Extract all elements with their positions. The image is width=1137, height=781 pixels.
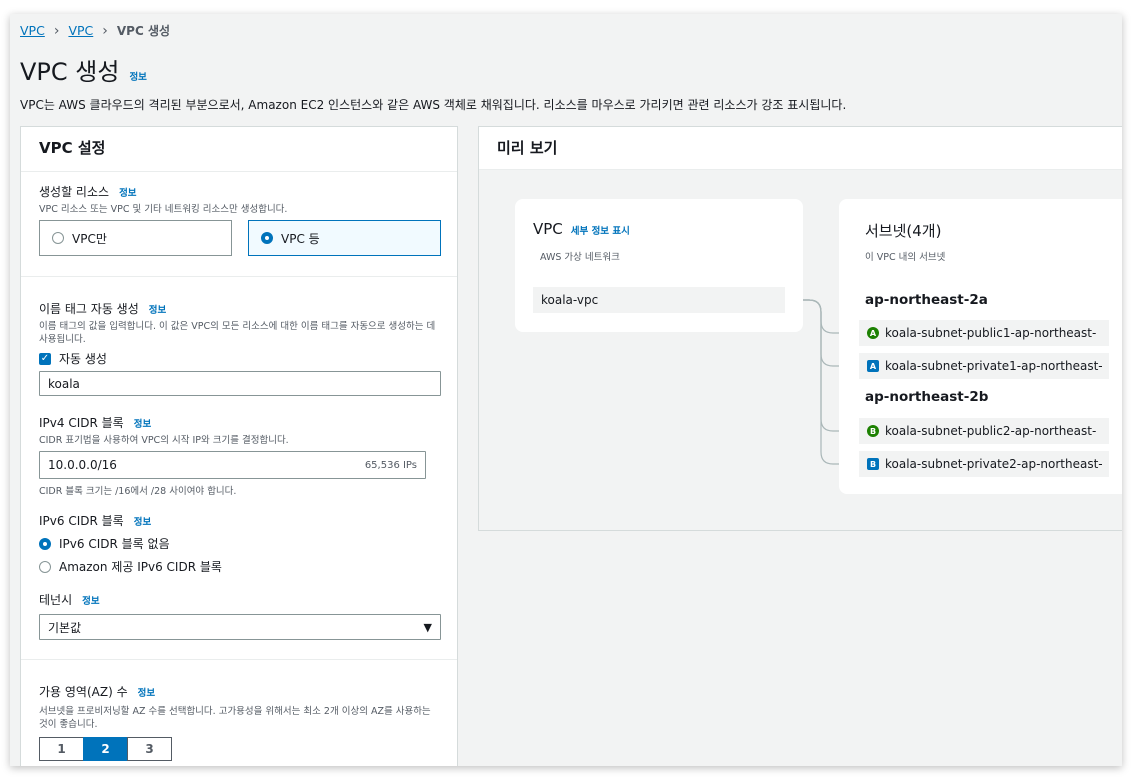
name-tag-input[interactable]: koala: [39, 371, 441, 396]
breadcrumb-current: VPC 생성: [116, 24, 171, 38]
az-info-link[interactable]: 정보: [138, 685, 155, 699]
ipv6-option-amazon[interactable]: Amazon 제공 IPv6 CIDR 블록: [39, 558, 441, 575]
breadcrumb-vpc-root[interactable]: VPC: [20, 23, 45, 38]
subnet-card-subtitle: 이 VPC 내의 서브넷: [865, 252, 946, 263]
section-divider: [21, 276, 457, 277]
az-label: 가용 영역(AZ) 수: [39, 685, 128, 699]
ipv4-section: IPv4 CIDR 블록 정보 CIDR 표기법을 사용하여 VPC의 시작 IP…: [39, 414, 441, 498]
resources-option-label: VPC만: [72, 231, 107, 246]
public-subnet-a-icon: A: [867, 327, 879, 339]
subnet-item[interactable]: B koala-subnet-public2-ap-northeast-: [859, 418, 1109, 444]
name-tag-section: 이름 태그 자동 생성 정보 이름 태그의 값을 입력합니다. 이 값은 VPC의…: [39, 300, 441, 396]
breadcrumb-vpc[interactable]: VPC: [68, 23, 93, 38]
vpc-item[interactable]: koala-vpc: [533, 287, 785, 313]
vpc-card: VPC 세부 정보 표시 AWS 가상 네트워크 koala-vpc: [515, 199, 803, 332]
subnet-item[interactable]: A koala-subnet-private1-ap-northeast-: [859, 353, 1109, 379]
az-group-heading: ap-northeast-2a: [865, 292, 988, 308]
az-option-3[interactable]: 3: [127, 737, 172, 761]
page-info-link[interactable]: 정보: [129, 69, 146, 83]
subnet-name: koala-subnet-private1-ap-northeast-: [885, 359, 1103, 373]
name-tag-label: 이름 태그 자동 생성: [39, 302, 139, 316]
tenancy-section: 테넌시 정보 기본값 ▼: [39, 591, 441, 640]
az-section: 가용 영역(AZ) 수 정보 서브넷을 프로비저닝할 AZ 수를 선택합니다. 고…: [39, 683, 441, 761]
tenancy-value: 기본값: [48, 620, 82, 635]
subnet-name: koala-subnet-private2-ap-northeast-: [885, 457, 1103, 471]
az-hint: 서브넷을 프로비저닝할 AZ 수를 선택합니다. 고가용성을 위해서는 최소 2…: [39, 706, 431, 730]
vpc-settings-panel: VPC 설정 생성할 리소스 정보 VPC 리소스 또는 VPC 및 기타 네트워…: [20, 126, 458, 766]
page-header: VPC 생성 정보: [20, 52, 147, 87]
subnet-card: 서브넷(4개) 이 VPC 내의 서브넷 ap-northeast-2a A k…: [839, 199, 1122, 494]
tenancy-label: 테넌시: [39, 593, 73, 607]
breadcrumb: VPC › VPC › VPC 생성: [20, 22, 170, 39]
chevron-right-icon: ›: [53, 22, 60, 39]
ipv4-cidr-input[interactable]: 10.0.0.0/16 65,536 IPs: [39, 451, 426, 479]
radio-on-icon: [261, 232, 273, 244]
resources-option-label: VPC 등: [281, 231, 320, 246]
vpc-item-name: koala-vpc: [541, 293, 599, 307]
tenancy-select[interactable]: 기본값 ▼: [39, 614, 441, 640]
subnet-item[interactable]: A koala-subnet-public1-ap-northeast-: [859, 320, 1109, 346]
console-window: VPC › VPC › VPC 생성 VPC 생성 정보 VPC는 AWS 클라…: [10, 14, 1122, 766]
radio-off-icon: [39, 560, 51, 573]
private-subnet-b-icon: B: [867, 458, 879, 470]
resources-label: 생성할 리소스: [39, 185, 110, 199]
az-option-2[interactable]: 2: [83, 737, 128, 761]
resources-info-link[interactable]: 정보: [119, 185, 136, 199]
name-tag-info-link[interactable]: 정보: [149, 302, 166, 316]
chevron-right-icon: ›: [102, 22, 108, 39]
ipv6-option-label: Amazon 제공 IPv6 CIDR 블록: [59, 560, 222, 574]
preview-panel: 미리 보기 VPC 세부 정보 표시 AWS 가상 네트워크 koala-vpc…: [478, 126, 1122, 531]
ipv4-ip-count: 65,536 IPs: [364, 459, 417, 471]
vpc-card-subtitle: AWS 가상 네트워크: [540, 252, 620, 263]
checkbox-checked-icon[interactable]: ✓: [39, 352, 51, 365]
page-description: VPC는 AWS 클라우드의 격리된 부분으로서, Amazon EC2 인스턴…: [20, 98, 847, 112]
ipv6-info-link[interactable]: 정보: [134, 514, 151, 528]
tenancy-info-link[interactable]: 정보: [82, 593, 99, 607]
radio-off-icon: [52, 232, 64, 244]
subnet-name: koala-subnet-public1-ap-northeast-: [885, 326, 1097, 340]
ipv6-label: IPv6 CIDR 블록: [39, 514, 124, 528]
caret-down-icon: ▼: [423, 620, 432, 634]
section-divider: [21, 659, 457, 660]
az-group-heading: ap-northeast-2b: [865, 389, 989, 405]
name-tag-value: koala: [48, 376, 80, 391]
resources-option-vpc-and-more[interactable]: VPC 등: [248, 220, 441, 256]
az-option-1[interactable]: 1: [39, 737, 84, 761]
resources-section: 생성할 리소스 정보 VPC 리소스 또는 VPC 및 기타 네트워킹 리소스만 …: [39, 183, 441, 256]
ipv4-label: IPv4 CIDR 블록: [39, 416, 124, 430]
ipv4-footnote: CIDR 블록 크기는 /16에서 /28 사이여야 합니다.: [39, 486, 237, 497]
vpc-settings-heading: VPC 설정: [21, 127, 457, 172]
resources-option-vpc-only[interactable]: VPC만: [39, 220, 232, 256]
vpc-card-title: VPC: [533, 220, 563, 238]
radio-on-icon: [39, 537, 51, 550]
ipv6-option-none[interactable]: IPv6 CIDR 블록 없음: [39, 535, 441, 552]
ipv4-info-link[interactable]: 정보: [134, 416, 151, 430]
ipv6-option-label: IPv6 CIDR 블록 없음: [59, 537, 170, 551]
public-subnet-b-icon: B: [867, 425, 879, 437]
subnet-name: koala-subnet-public2-ap-northeast-: [885, 424, 1097, 438]
auto-generate-label: 자동 생성: [59, 352, 107, 366]
name-tag-hint: 이름 태그의 값을 입력합니다. 이 값은 VPC의 모든 리소스에 대한 이름…: [39, 321, 436, 345]
auto-generate-checkbox-row[interactable]: ✓ 자동 생성: [39, 350, 441, 367]
private-subnet-a-icon: A: [867, 360, 879, 372]
ipv4-cidr-value: 10.0.0.0/16: [48, 458, 117, 472]
ipv4-hint: CIDR 표기법을 사용하여 VPC의 시작 IP와 크기를 결정합니다.: [39, 435, 289, 446]
page-title: VPC 생성: [20, 58, 120, 86]
subnet-item[interactable]: B koala-subnet-private2-ap-northeast-: [859, 451, 1109, 477]
subnet-card-title: 서브넷(4개): [865, 222, 942, 240]
resources-hint: VPC 리소스 또는 VPC 및 기타 네트워킹 리소스만 생성합니다.: [39, 204, 288, 215]
az-segmented-control: 1 2 3: [39, 737, 441, 761]
vpc-details-link[interactable]: 세부 정보 표시: [571, 223, 630, 237]
ipv6-section: IPv6 CIDR 블록 정보 IPv6 CIDR 블록 없음 Amazon 제공…: [39, 512, 441, 575]
